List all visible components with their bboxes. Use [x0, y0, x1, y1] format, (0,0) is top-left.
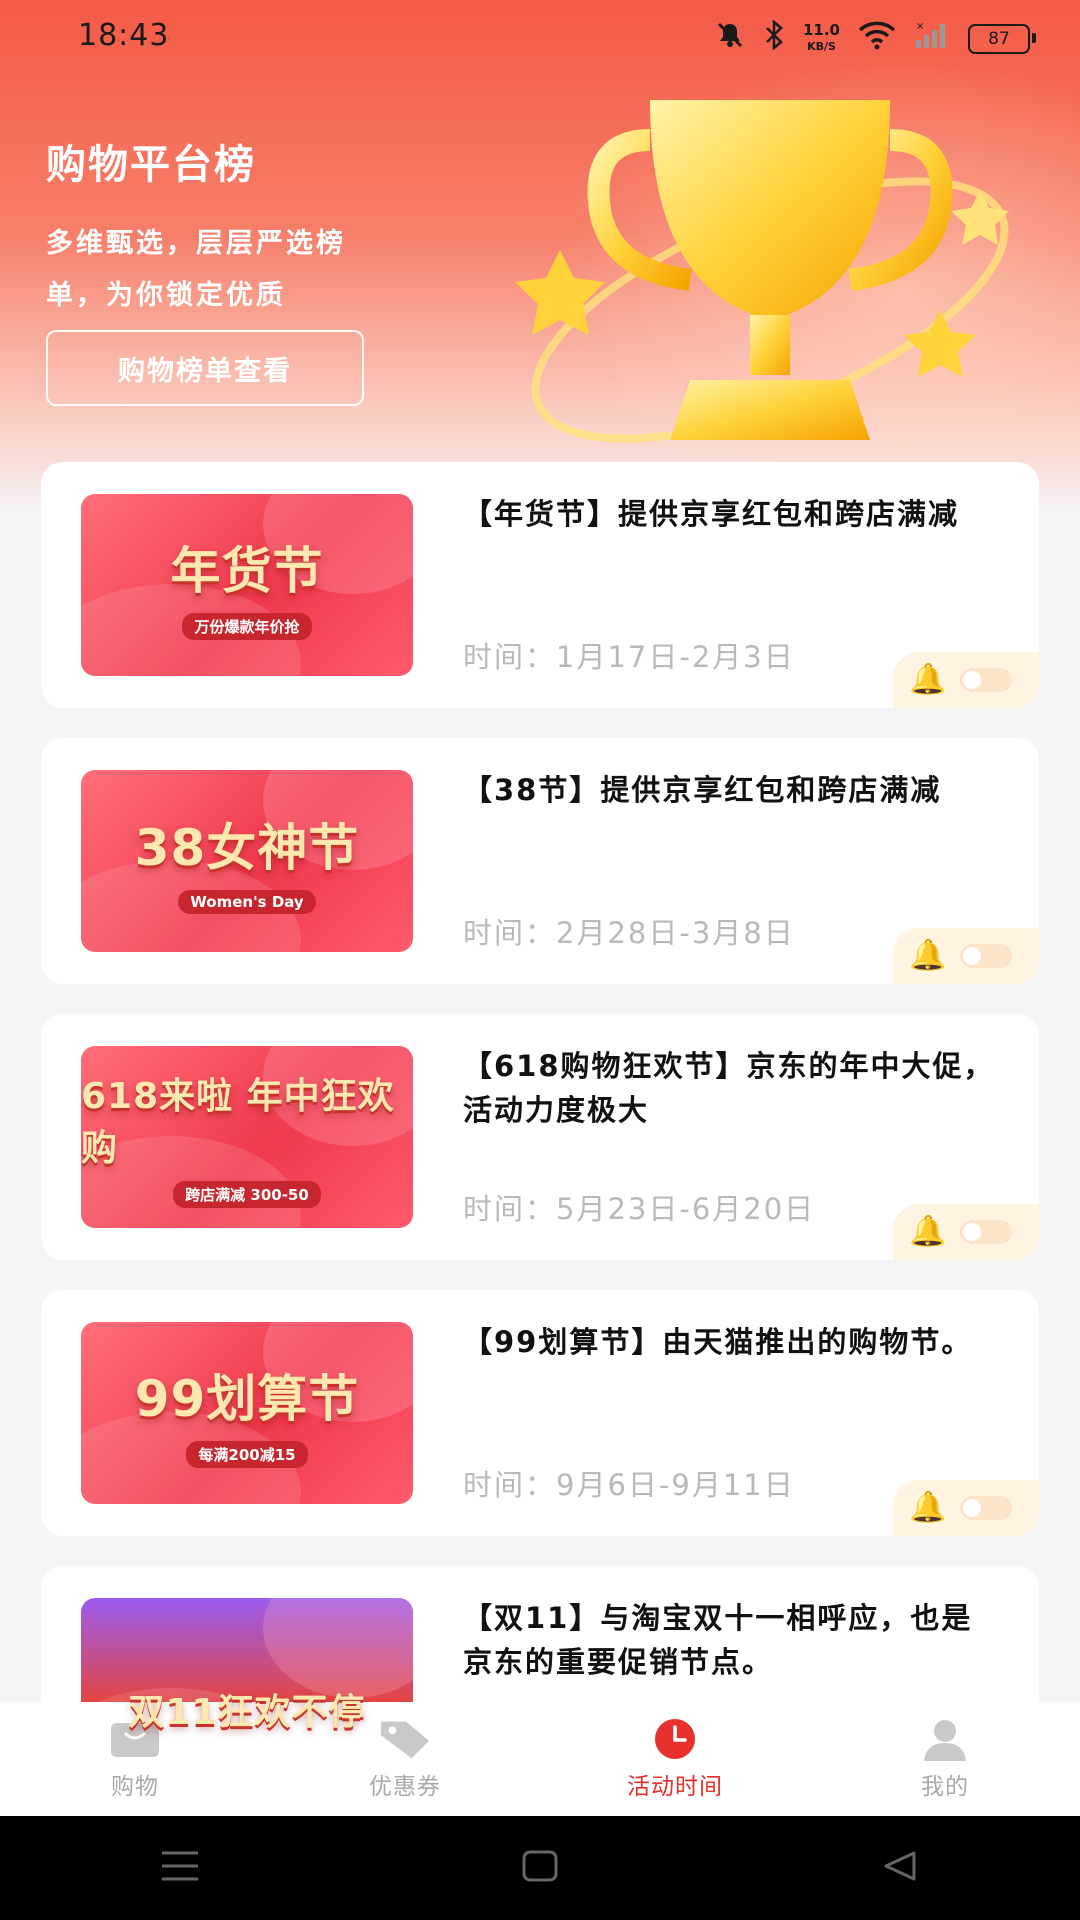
event-banner-image: 年货节 万份爆款年价抢 — [81, 494, 413, 676]
event-time: 时间：9月6日-9月11日 — [463, 1468, 795, 1502]
system-navigation-bar — [0, 1816, 1080, 1920]
event-title: 【99划算节】由天猫推出的购物节。 — [463, 1325, 973, 1359]
tab-event-time[interactable]: 活动时间 — [540, 1702, 810, 1816]
event-title: 【618购物狂欢节】京东的年中大促，活动力度极大 — [463, 1049, 995, 1127]
mute-icon — [715, 20, 745, 57]
bell-icon: 🔔 — [909, 1214, 947, 1249]
bluetooth-icon — [763, 19, 785, 57]
event-card[interactable]: 38女神节 Women's Day 【38节】提供京享红包和跨店满减 时间：2月2… — [41, 738, 1039, 984]
event-time: 时间：1月17日-2月3日 — [463, 640, 795, 674]
wifi-icon — [858, 20, 896, 57]
battery-icon: 87 — [968, 23, 1036, 54]
status-time: 18:43 — [78, 18, 170, 53]
tab-mine[interactable]: 我的 — [810, 1702, 1080, 1816]
reminder-toggle[interactable]: 🔔 — [893, 1204, 1039, 1260]
hero-title: 购物平台榜 — [46, 142, 256, 188]
event-card[interactable]: 618来啦 年中狂欢购 跨店满减 300-50 【618购物狂欢节】京东的年中大促… — [41, 1014, 1039, 1260]
event-banner-image: 618来啦 年中狂欢购 跨店满减 300-50 — [81, 1046, 413, 1228]
reminder-toggle[interactable]: 🔔 — [893, 928, 1039, 984]
svg-text:×: × — [916, 21, 924, 32]
net-speed: 11.0 KB/S — [802, 21, 840, 54]
bell-icon: 🔔 — [909, 662, 947, 697]
view-ranking-button[interactable]: 购物榜单查看 — [46, 330, 364, 406]
reminder-toggle[interactable]: 🔔 — [893, 1480, 1039, 1536]
hero-banner: 18:43 11.0 KB/S × 87 购物平台榜 多维甄选，层层严选榜单，为你… — [0, 0, 1080, 520]
bell-icon: 🔔 — [909, 1490, 947, 1525]
event-banner-image: 双11狂欢不停 — [81, 1598, 413, 1780]
event-time: 时间：2月28日-3月8日 — [463, 916, 795, 950]
event-banner-image: 99划算节 每满200减15 — [81, 1322, 413, 1504]
hero-subtitle: 多维甄选，层层严选榜单，为你锁定优质 — [46, 228, 346, 311]
bell-icon: 🔔 — [909, 938, 947, 973]
event-time: 时间：5月23日-6月20日 — [463, 1192, 816, 1226]
event-card[interactable]: 年货节 万份爆款年价抢 【年货节】提供京享红包和跨店满减 时间：1月17日-2月3… — [41, 462, 1039, 708]
toggle-switch[interactable] — [960, 944, 1013, 968]
event-card[interactable]: 99划算节 每满200减15 【99划算节】由天猫推出的购物节。 时间：9月6日-… — [41, 1290, 1039, 1536]
signal-icon: × — [914, 20, 950, 57]
menu-icon[interactable] — [160, 1849, 200, 1887]
event-title: 【年货节】提供京享红包和跨店满减 — [463, 497, 960, 531]
trophy-icon — [515, 100, 1009, 443]
toggle-switch[interactable] — [960, 668, 1013, 692]
event-title: 【双11】与淘宝双十一相呼应，也是京东的重要促销节点。 — [463, 1601, 973, 1679]
status-icons: 11.0 KB/S × 87 — [715, 19, 1036, 57]
back-icon[interactable] — [880, 1849, 920, 1887]
clock-icon — [649, 1717, 701, 1761]
home-icon[interactable] — [520, 1849, 560, 1887]
event-banner-image: 38女神节 Women's Day — [81, 770, 413, 952]
user-icon — [919, 1717, 971, 1761]
status-bar: 18:43 11.0 KB/S × 87 — [0, 0, 1080, 76]
event-title: 【38节】提供京享红包和跨店满减 — [463, 773, 942, 807]
toggle-switch[interactable] — [960, 1220, 1013, 1244]
reminder-toggle[interactable]: 🔔 — [893, 652, 1039, 708]
toggle-switch[interactable] — [960, 1496, 1013, 1520]
